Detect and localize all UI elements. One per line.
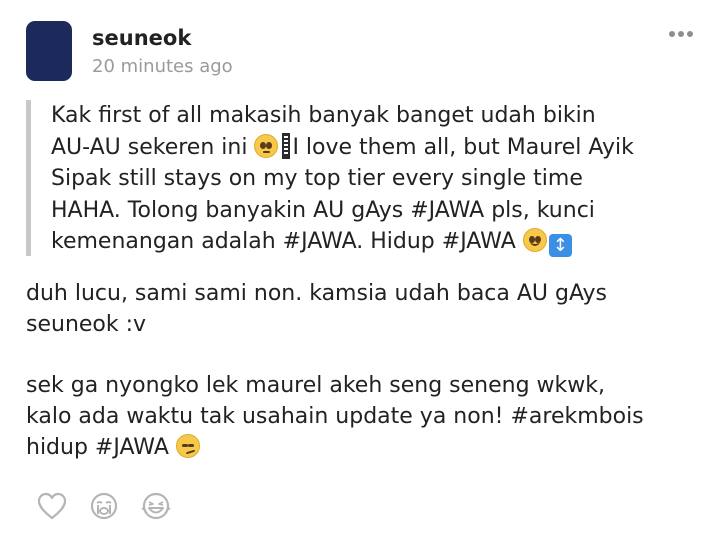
quote-line: Kak first of all makasih banyak banget u… bbox=[51, 103, 596, 128]
pleading-face-emoji-icon bbox=[254, 133, 279, 158]
quote-line: AU-AU sekeren ini I love them all, but M… bbox=[51, 132, 686, 164]
heart-icon[interactable] bbox=[36, 490, 68, 522]
quote-text: kemenangan adalah #JAWA. Hidup #JAWA bbox=[51, 229, 523, 254]
laughing-face-icon[interactable] bbox=[140, 490, 172, 522]
reply-paragraph: sek ga nyongko lek maurel akeh seng sene… bbox=[26, 370, 706, 463]
more-horizontal-icon[interactable] bbox=[664, 22, 698, 46]
reply-line: duh lucu, sami sami non. kamsia udah bac… bbox=[26, 281, 608, 306]
quote-text: I love them all, but Maurel Ayik bbox=[292, 134, 634, 160]
reply-text: hidup #JAWA bbox=[26, 435, 176, 460]
timestamp: 20 minutes ago bbox=[92, 56, 233, 77]
quote-line: kemenangan adalah #JAWA. Hidup #JAWA ↕ bbox=[51, 226, 686, 258]
quote-line: HAHA. Tolong banyakin AU gAys #JAWA pls,… bbox=[51, 197, 595, 223]
quoted-comment: Kak first of all makasih banyak banget u… bbox=[26, 100, 686, 258]
smirking-face-emoji-icon bbox=[175, 434, 200, 458]
username[interactable]: seuneok bbox=[92, 24, 191, 52]
reaction-bar bbox=[36, 490, 192, 522]
crying-face-icon[interactable] bbox=[88, 490, 120, 522]
missing-glyph-icon bbox=[282, 132, 291, 159]
reply-line: sek ga nyongko lek maurel akeh seng sene… bbox=[26, 373, 605, 398]
quote-line: Sipak still stays on my top tier every s… bbox=[51, 166, 583, 191]
up-down-arrow-icon: ↕ bbox=[548, 234, 572, 257]
reply-line: seuneok :v bbox=[26, 312, 147, 337]
comment-post: seuneok 20 minutes ago Kak first of all … bbox=[0, 0, 720, 552]
avatar[interactable] bbox=[26, 21, 72, 81]
reply-line: kalo ada waktu tak usahain update ya non… bbox=[26, 404, 644, 429]
reply-paragraph: duh lucu, sami sami non. kamsia udah bac… bbox=[26, 278, 706, 340]
quote-text: AU-AU sekeren ini bbox=[51, 134, 255, 160]
smiling-face-emoji-icon bbox=[522, 228, 547, 252]
reply-line: hidup #JAWA bbox=[26, 432, 706, 463]
